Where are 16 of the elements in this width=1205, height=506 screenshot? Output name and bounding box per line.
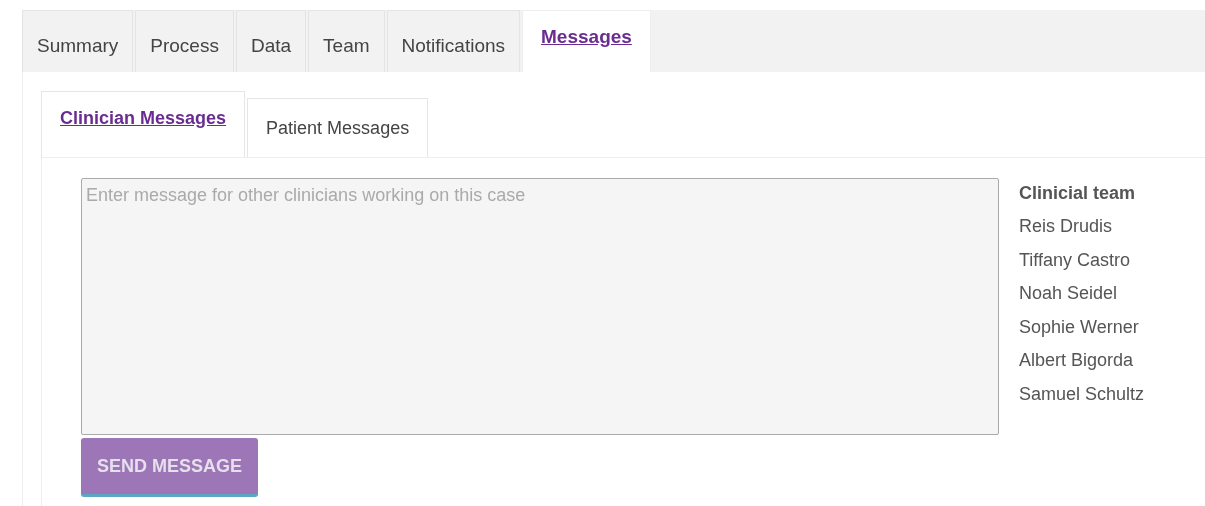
team-member: Noah Seidel bbox=[1019, 282, 1119, 306]
tab[interactable]: Team bbox=[308, 10, 385, 72]
team-member: Sophie Werner bbox=[1019, 315, 1140, 339]
team-member: Albert Bigorda bbox=[1019, 349, 1135, 373]
tab[interactable]: Data bbox=[235, 10, 307, 72]
tab[interactable]: Notifications bbox=[386, 10, 521, 72]
tab[interactable]: Clinician Messages bbox=[41, 91, 246, 157]
message-field[interactable]: Enter message for other clinicians working on this case bbox=[81, 178, 999, 435]
tab[interactable]: Process bbox=[135, 10, 234, 72]
team-member: Reis Drudis bbox=[1019, 215, 1114, 238]
team-member: Tiffany Castro bbox=[1019, 248, 1132, 272]
team-member: Samuel Schultz bbox=[1019, 382, 1145, 406]
tab[interactable]: Summary bbox=[22, 10, 134, 72]
tab[interactable]: Messages bbox=[522, 10, 651, 72]
tab[interactable]: Patient Messages bbox=[247, 98, 429, 157]
team-heading: Clinicial team bbox=[1019, 182, 1137, 205]
